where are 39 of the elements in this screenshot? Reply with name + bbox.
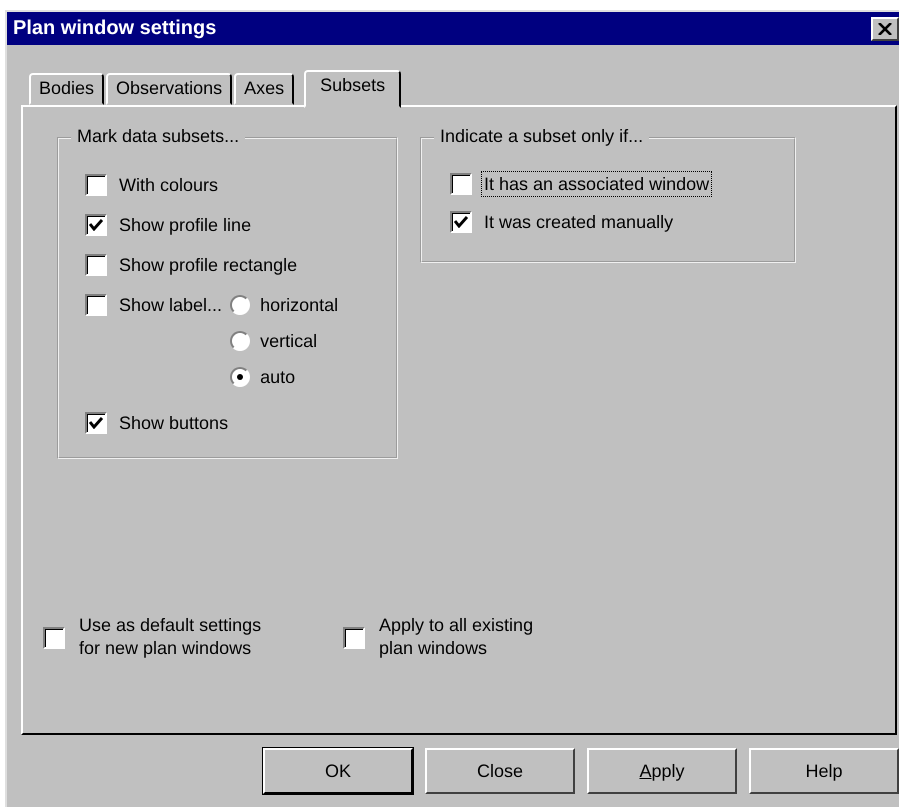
radio-label[interactable]: horizontal [260,293,338,317]
checkbox[interactable] [43,626,65,648]
check-icon [89,219,103,231]
dialog-button[interactable]: Close [425,748,575,794]
checkbox-label[interactable]: It has an associated window [482,172,712,196]
close-icon [878,22,892,34]
checkbox-label[interactable]: Show profile line [119,213,252,237]
checkbox[interactable] [450,211,472,233]
tab[interactable]: Axes [234,73,294,105]
dialog-button[interactable]: OK [263,748,413,794]
group-title: Indicate a subset only if... [434,126,650,147]
close-button[interactable] [871,16,899,40]
checkbox[interactable] [85,214,107,236]
radio-button[interactable] [230,331,250,351]
checkbox[interactable] [343,626,365,648]
radio-button[interactable] [230,295,250,315]
checkbox-label[interactable]: With colours [119,173,218,197]
tab[interactable]: Subsets [304,70,402,108]
tab[interactable]: Bodies [29,73,104,105]
dialog-button[interactable]: Help [749,748,899,794]
radio-label[interactable]: auto [260,365,296,389]
checkbox[interactable] [85,254,107,276]
checkbox-label[interactable]: Show label... [119,293,222,317]
checkbox-label[interactable]: Show profile rectangle [119,253,298,277]
tab[interactable]: Observations [106,73,232,105]
check-icon [454,216,468,228]
window-title: Plan window settings [13,17,216,40]
checkbox[interactable] [450,173,472,195]
radio-label[interactable]: vertical [260,329,318,353]
check-icon [89,417,103,429]
checkbox[interactable] [85,294,107,316]
checkbox-label[interactable]: Apply to all existing plan windows [379,614,534,660]
checkbox-label[interactable]: Show buttons [119,411,228,435]
dialog-button[interactable]: Apply [587,748,737,794]
radio-button[interactable] [230,367,250,387]
checkbox[interactable] [85,174,107,196]
checkbox-label[interactable]: Use as default settings for new plan windows [79,614,262,660]
checkbox-label[interactable]: It was created manually [484,210,674,234]
checkbox[interactable] [85,412,107,434]
